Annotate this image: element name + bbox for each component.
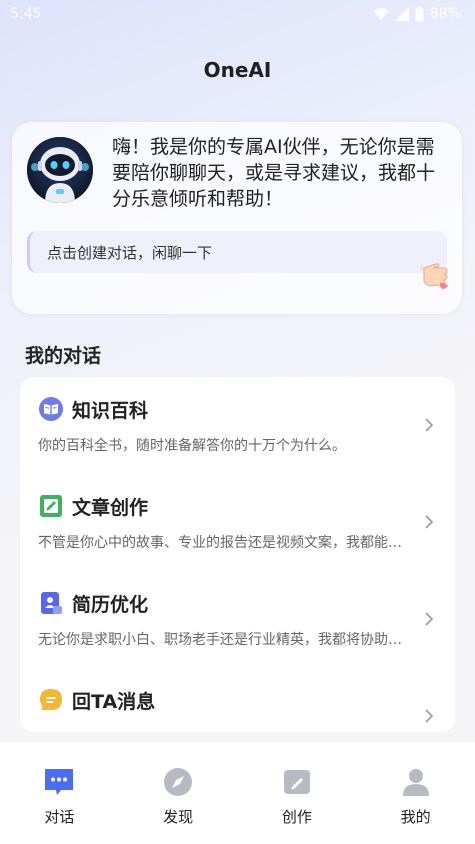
section-title: 我的对话 [25, 345, 102, 367]
list-item-resume[interactable]: 简历优化 无论你是求职小白、职场老手还是行业精英，我都将协助… [20, 571, 455, 668]
tab-create[interactable]: 创作 [238, 742, 357, 844]
create-chat-label: 点击创建对话，闲聊一下 [47, 243, 213, 262]
tab-label: 对话 [44, 808, 75, 826]
item-title: 简历优化 [72, 594, 149, 616]
item-desc: 无论你是求职小白、职场老手还是行业精英，我都将协助… [38, 632, 402, 648]
hero-card: 嗨！我是你的专属AI伙伴，无论你是需要陪你聊聊天，或是寻求建议，我都十分乐意倾听… [12, 122, 462, 314]
compass-icon [164, 768, 193, 796]
chevron-right-icon [425, 418, 434, 432]
item-title: 知识百科 [72, 400, 149, 422]
item-desc: 你的百科全书，随时准备解答你的十万个为什么。 [38, 438, 346, 454]
item-title: 回TA消息 [72, 691, 156, 713]
item-desc: 不管是你心中的故事、专业的报告还是视频文案，我都能… [38, 535, 402, 551]
wifi-icon [373, 8, 389, 20]
battery-icon [415, 6, 424, 21]
user-icon [402, 769, 429, 796]
resume-icon [41, 592, 62, 614]
status-icons: 88% [373, 6, 461, 22]
app-title: OneAI [203, 58, 272, 82]
edit-note-icon [40, 495, 62, 517]
status-time: 5:45 [10, 6, 42, 22]
chevron-right-icon [425, 612, 434, 626]
tab-profile[interactable]: 我的 [356, 742, 475, 844]
list-item-knowledge[interactable]: 知识百科 你的百科全书，随时准备解答你的十万个为什么。 [20, 377, 455, 474]
chevron-right-icon [425, 515, 434, 529]
bottom-tab-bar: 对话 发现 创作 我的 [0, 742, 475, 844]
status-bar: 5:45 88% [0, 0, 475, 28]
chat-bubble-icon [45, 769, 74, 795]
message-icon [40, 689, 62, 710]
list-item-reply-message[interactable]: 回TA消息 [20, 668, 455, 732]
chevron-right-icon [425, 709, 434, 723]
robot-avatar [27, 137, 93, 203]
create-chat-button[interactable]: 点击创建对话，闲聊一下 [27, 231, 447, 273]
tab-label: 创作 [281, 808, 312, 826]
book-icon [39, 397, 63, 421]
robot-icon [27, 137, 93, 203]
hero-greeting: 嗨！我是你的专属AI伙伴，无论你是需要陪你聊聊天，或是寻求建议，我都十分乐意倾听… [112, 136, 436, 210]
tab-discover[interactable]: 发现 [119, 742, 238, 844]
item-title: 文章创作 [72, 497, 149, 519]
tab-label: 发现 [163, 808, 194, 826]
signal-icon [394, 7, 409, 21]
pointing-hand-icon [420, 263, 448, 289]
battery-level: 88% [429, 6, 461, 22]
tab-chat[interactable]: 对话 [0, 742, 119, 844]
tab-label: 我的 [400, 808, 431, 826]
conversation-list: 知识百科 你的百科全书，随时准备解答你的十万个为什么。 文章创作 不管是你心中的… [20, 377, 455, 732]
pen-icon [283, 770, 310, 794]
list-item-article[interactable]: 文章创作 不管是你心中的故事、专业的报告还是视频文案，我都能… [20, 474, 455, 571]
